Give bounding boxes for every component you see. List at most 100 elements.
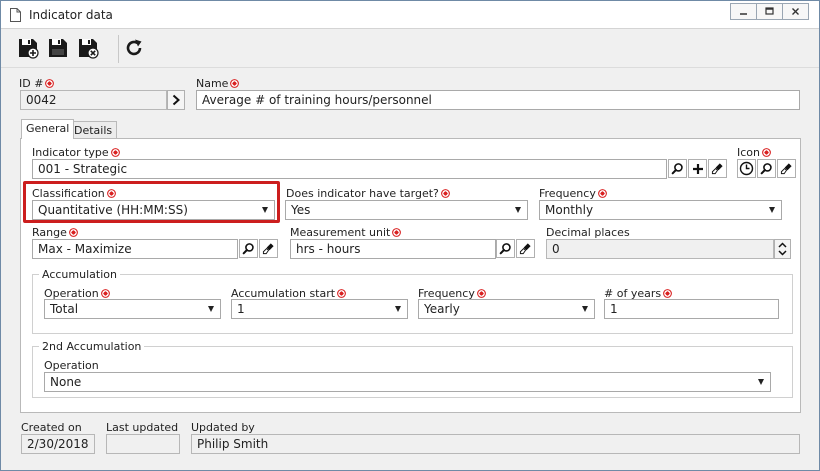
toolbar xyxy=(2,30,818,67)
has-target-label-wrap: Does indicator have target? xyxy=(286,187,450,200)
close-button[interactable] xyxy=(782,3,809,20)
required-icon xyxy=(111,148,120,157)
updated-field xyxy=(106,434,180,454)
chevron-right-icon xyxy=(172,94,180,106)
eraser-icon xyxy=(519,242,532,255)
unit-search-button[interactable] xyxy=(496,239,515,258)
range-clear-button[interactable] xyxy=(259,239,278,258)
required-icon xyxy=(230,79,239,88)
icon-label: Icon xyxy=(737,146,760,159)
classification-highlight xyxy=(23,181,280,223)
id-label: ID # xyxy=(19,77,44,90)
has-target-value: Yes xyxy=(291,203,311,217)
id-field[interactable]: 0042 xyxy=(20,90,167,110)
save-new-button[interactable] xyxy=(16,36,40,60)
required-icon xyxy=(45,79,54,88)
acc-frequency-select[interactable]: Yearly xyxy=(418,299,595,319)
unit-clear-button[interactable] xyxy=(516,239,535,258)
decimal-field[interactable]: 0 xyxy=(546,239,774,259)
icon-clear-button[interactable] xyxy=(777,159,796,178)
name-field[interactable]: Average # of training hours/personnel xyxy=(196,90,800,110)
range-search-button[interactable] xyxy=(239,239,258,258)
frequency-value: Monthly xyxy=(545,203,594,217)
save-close-icon xyxy=(79,39,99,59)
title-bar: Indicator data xyxy=(1,1,819,29)
frequency-select[interactable]: Monthly xyxy=(539,200,782,220)
eraser-icon xyxy=(780,162,793,175)
document-icon xyxy=(10,8,21,22)
indicator-type-search-button[interactable] xyxy=(668,159,687,178)
required-icon xyxy=(477,289,486,298)
spinner-arrows-icon xyxy=(778,242,787,256)
unit-field[interactable]: hrs - hours xyxy=(290,239,496,259)
minimize-icon xyxy=(740,13,747,15)
id-label-wrap: ID # xyxy=(19,77,54,90)
frequency-label-wrap: Frequency xyxy=(539,187,607,200)
tab-details[interactable]: Details xyxy=(69,121,118,139)
updated-by-field: Philip Smith xyxy=(191,434,800,454)
unit-label: Measurement unit xyxy=(290,226,391,239)
dropdown-arrow-icon xyxy=(395,306,401,312)
name-label-wrap: Name xyxy=(196,77,239,90)
maximize-button[interactable] xyxy=(756,3,783,20)
decimal-spinner[interactable] xyxy=(774,239,791,259)
accumulation-legend: Accumulation xyxy=(42,268,117,281)
acc-frequency-value: Yearly xyxy=(424,302,460,316)
acc-operation-select[interactable]: Total xyxy=(44,299,221,319)
close-icon xyxy=(792,8,799,15)
minimize-button[interactable] xyxy=(730,3,757,20)
acc-start-value: 1 xyxy=(237,302,245,316)
acc-operation-value: Total xyxy=(50,302,79,316)
has-target-label: Does indicator have target? xyxy=(286,187,439,200)
indicator-type-clear-button[interactable] xyxy=(708,159,727,178)
save-icon xyxy=(49,39,67,57)
name-label: Name xyxy=(196,77,229,90)
window-controls xyxy=(730,3,809,20)
acc-start-select[interactable]: 1 xyxy=(231,299,408,319)
second-accumulation-legend: 2nd Accumulation xyxy=(42,340,142,353)
save-new-icon xyxy=(19,39,39,59)
refresh-icon xyxy=(126,39,142,56)
created-field: 2/30/2018 xyxy=(21,434,95,454)
next-id-button[interactable] xyxy=(167,90,185,110)
required-icon xyxy=(69,228,78,237)
required-icon xyxy=(598,189,607,198)
range-field[interactable]: Max - Maximize xyxy=(32,239,238,259)
required-icon xyxy=(663,289,672,298)
eraser-icon xyxy=(262,242,275,255)
refresh-button[interactable] xyxy=(122,36,146,60)
range-label-wrap: Range xyxy=(32,226,78,239)
icon-search-button[interactable] xyxy=(757,159,776,178)
search-icon xyxy=(760,162,773,175)
tab-general[interactable]: General xyxy=(21,119,75,139)
dropdown-arrow-icon xyxy=(208,306,214,312)
indicator-type-add-button[interactable] xyxy=(688,159,707,178)
required-icon xyxy=(392,228,401,237)
dropdown-arrow-icon xyxy=(515,207,521,213)
acc2-operation-label: Operation xyxy=(44,359,99,372)
acc2-operation-select[interactable]: None xyxy=(44,372,771,392)
frequency-label: Frequency xyxy=(539,187,596,200)
maximize-icon xyxy=(765,7,774,15)
clock-icon xyxy=(739,161,754,176)
unit-label-wrap: Measurement unit xyxy=(290,226,401,239)
search-icon xyxy=(499,242,512,255)
acc2-operation-value: None xyxy=(50,375,82,389)
decimal-label: Decimal places xyxy=(546,226,630,239)
window-title: Indicator data xyxy=(29,8,113,22)
save-button[interactable] xyxy=(46,36,70,60)
save-close-button[interactable] xyxy=(76,36,100,60)
dropdown-arrow-icon xyxy=(758,379,764,385)
icon-label-wrap: Icon xyxy=(737,146,771,159)
toolbar-separator xyxy=(118,35,119,63)
acc-years-field[interactable]: 1 xyxy=(604,299,779,319)
has-target-select[interactable]: Yes xyxy=(285,200,528,220)
eraser-icon xyxy=(711,162,724,175)
indicator-type-field[interactable]: 001 - Strategic xyxy=(32,159,667,179)
range-label: Range xyxy=(32,226,67,239)
icon-preview[interactable] xyxy=(737,159,756,178)
dropdown-arrow-icon xyxy=(769,207,775,213)
required-icon xyxy=(441,189,450,198)
general-panel: Indicator type 001 - Strategic Icon Clas… xyxy=(20,138,801,413)
created-label: Created on xyxy=(21,421,82,434)
